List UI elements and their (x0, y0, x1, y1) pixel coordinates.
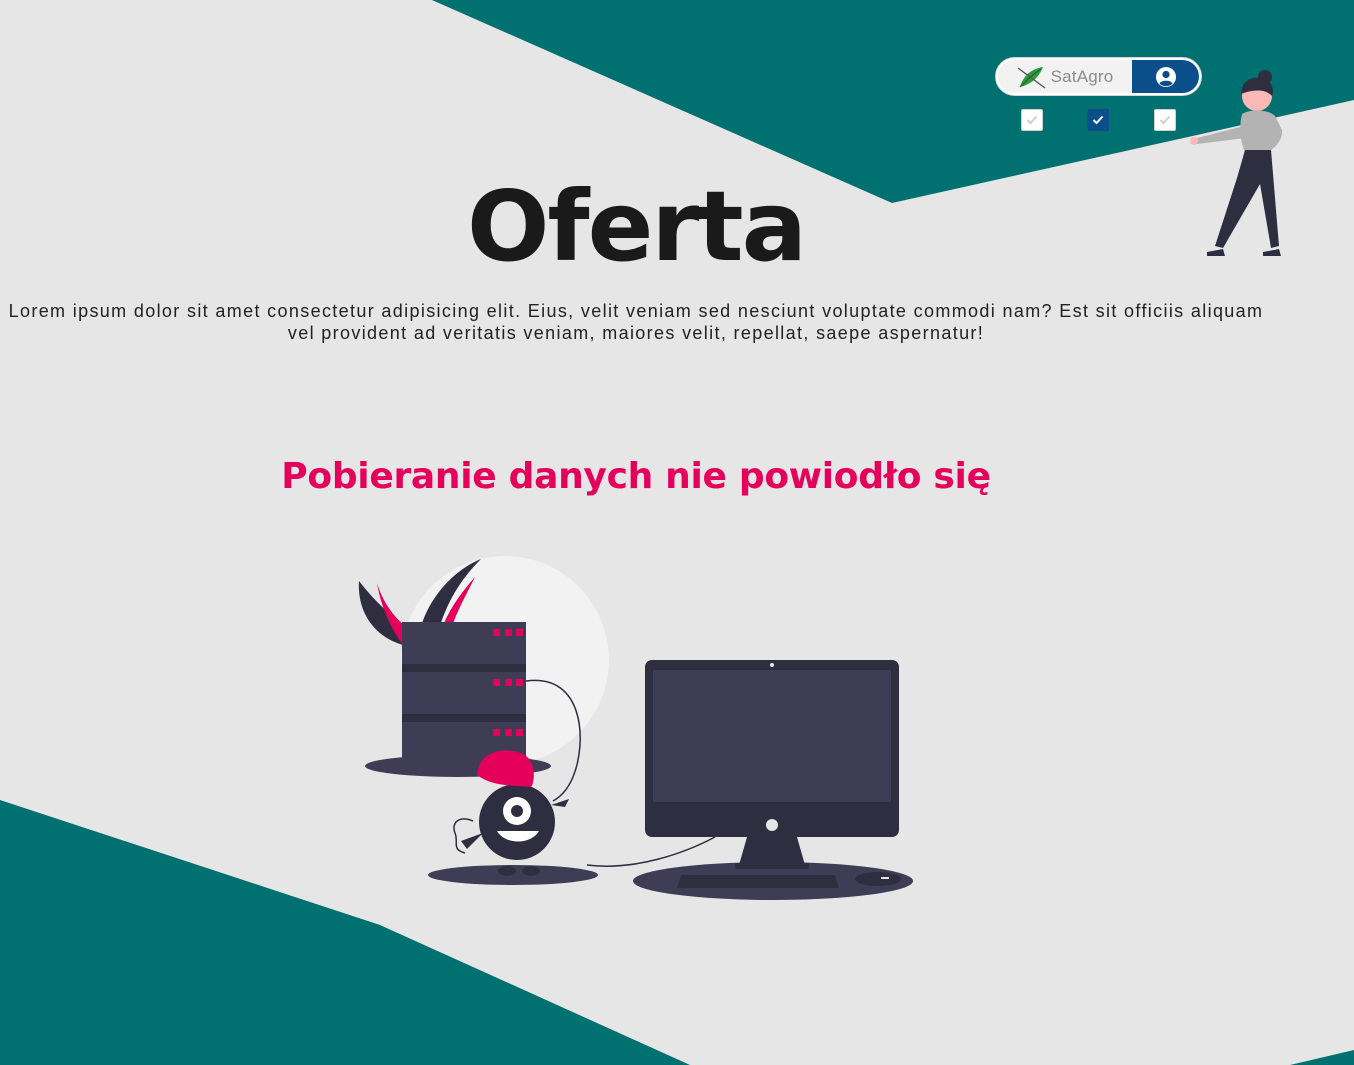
account-button[interactable] (1132, 60, 1199, 93)
check-icon (1159, 115, 1171, 125)
checkbox-2[interactable] (1087, 109, 1109, 131)
checkbox-1[interactable] (1021, 109, 1043, 131)
page-title: Oferta (466, 170, 807, 283)
satagro-app-button[interactable]: SatAgro (998, 60, 1132, 93)
error-message: Pobieranie danych nie powiodło się (281, 456, 991, 497)
app-switcher: SatAgro (996, 58, 1201, 95)
bottom-right-teal-shape (1290, 1050, 1354, 1065)
user-circle-icon (1155, 66, 1176, 87)
checkbox-3[interactable] (1154, 109, 1176, 131)
satagro-brand-label: SatAgro (1050, 66, 1114, 86)
check-icon (1092, 115, 1104, 125)
server-down-illustration (358, 556, 913, 900)
check-icon (1026, 115, 1038, 125)
satagro-leaf-icon (1017, 66, 1045, 89)
page-description: Lorem ipsum dolor sit amet consectetur a… (8, 301, 1264, 343)
background-shapes (0, 0, 1354, 1065)
